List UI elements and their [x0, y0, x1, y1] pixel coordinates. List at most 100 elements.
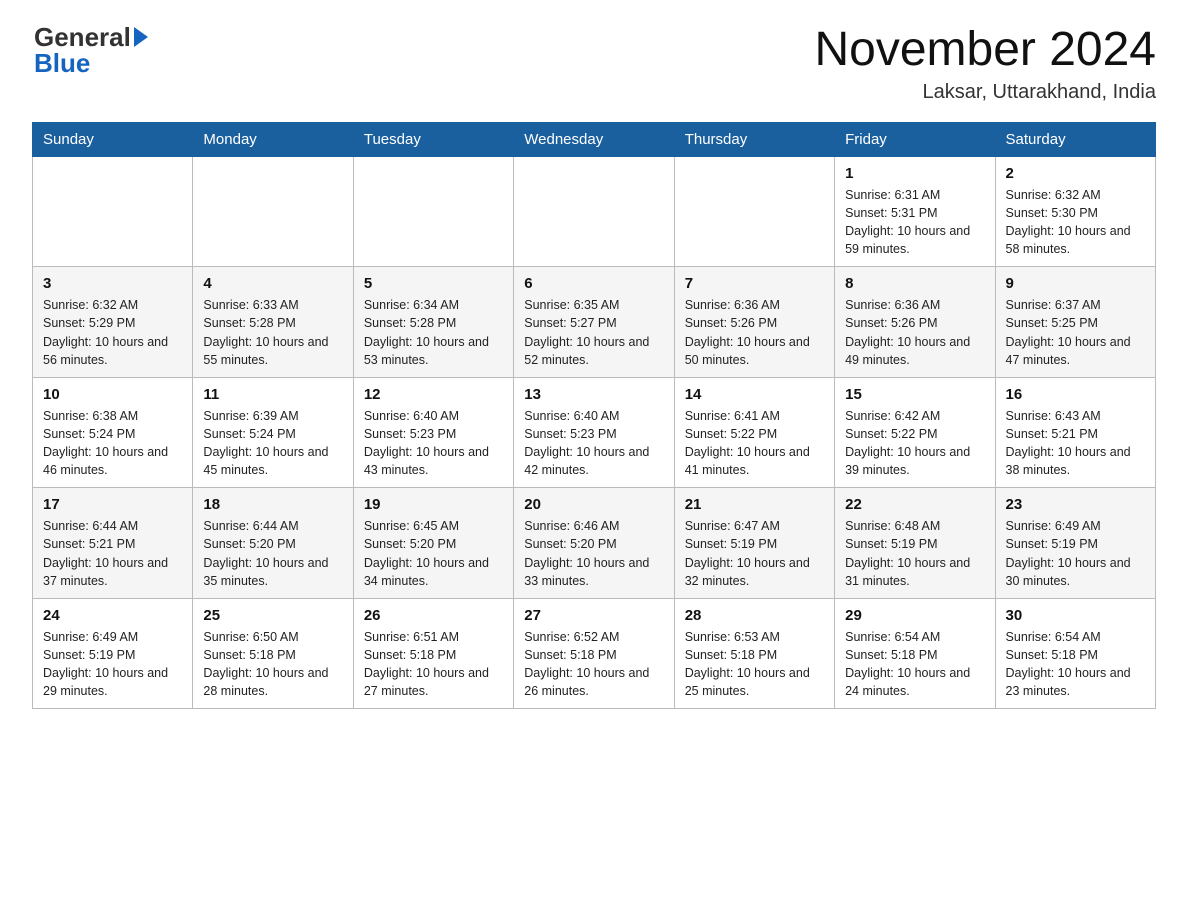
table-row: 3 Sunrise: 6:32 AMSunset: 5:29 PMDaylight…	[33, 267, 193, 378]
day-number: 18	[203, 496, 342, 513]
day-sun-info: Sunrise: 6:38 AMSunset: 5:24 PMDaylight:…	[43, 407, 182, 480]
day-sun-info: Sunrise: 6:39 AMSunset: 5:24 PMDaylight:…	[203, 407, 342, 480]
day-number: 13	[524, 386, 663, 403]
table-row: 8 Sunrise: 6:36 AMSunset: 5:26 PMDaylight…	[835, 267, 995, 378]
table-row: 25 Sunrise: 6:50 AMSunset: 5:18 PMDayligh…	[193, 598, 353, 709]
day-number: 10	[43, 386, 182, 403]
day-sun-info: Sunrise: 6:32 AMSunset: 5:30 PMDaylight:…	[1006, 186, 1145, 259]
title-area: November 2024 Laksar, Uttarakhand, India	[814, 24, 1156, 104]
day-number: 22	[845, 496, 984, 513]
calendar-table: Sunday Monday Tuesday Wednesday Thursday…	[32, 122, 1156, 710]
table-row: 7Sunrise: 6:36 AMSunset: 5:26 PMDaylight…	[674, 267, 834, 378]
weekday-header-row: Sunday Monday Tuesday Wednesday Thursday…	[33, 122, 1156, 156]
day-number: 9	[1006, 275, 1145, 292]
day-number: 29	[845, 607, 984, 624]
day-sun-info: Sunrise: 6:48 AMSunset: 5:19 PMDaylight:…	[845, 517, 984, 590]
table-row	[674, 156, 834, 267]
table-row	[514, 156, 674, 267]
day-number: 20	[524, 496, 663, 513]
table-row: 11 Sunrise: 6:39 AMSunset: 5:24 PMDayligh…	[193, 377, 353, 488]
day-number: 2	[1006, 165, 1145, 182]
table-row: 21Sunrise: 6:47 AMSunset: 5:19 PMDayligh…	[674, 488, 834, 599]
day-sun-info: Sunrise: 6:51 AMSunset: 5:18 PMDaylight:…	[364, 628, 503, 701]
table-row: 5 Sunrise: 6:34 AMSunset: 5:28 PMDaylight…	[353, 267, 513, 378]
header-thursday: Thursday	[674, 122, 834, 156]
day-number: 30	[1006, 607, 1145, 624]
day-sun-info: Sunrise: 6:53 AMSunset: 5:18 PMDaylight:…	[685, 628, 824, 701]
header-monday: Monday	[193, 122, 353, 156]
day-sun-info: Sunrise: 6:54 AMSunset: 5:18 PMDaylight:…	[1006, 628, 1145, 701]
logo-blue-text: Blue	[34, 50, 148, 76]
day-sun-info: Sunrise: 6:31 AMSunset: 5:31 PMDaylight:…	[845, 186, 984, 259]
table-row: 19Sunrise: 6:45 AMSunset: 5:20 PMDayligh…	[353, 488, 513, 599]
table-row: 20Sunrise: 6:46 AMSunset: 5:20 PMDayligh…	[514, 488, 674, 599]
table-row: 1 Sunrise: 6:31 AMSunset: 5:31 PMDaylight…	[835, 156, 995, 267]
day-number: 15	[845, 386, 984, 403]
day-sun-info: Sunrise: 6:50 AMSunset: 5:18 PMDaylight:…	[203, 628, 342, 701]
day-number: 5	[364, 275, 503, 292]
table-row: 2 Sunrise: 6:32 AMSunset: 5:30 PMDaylight…	[995, 156, 1155, 267]
day-number: 26	[364, 607, 503, 624]
table-row: 10 Sunrise: 6:38 AMSunset: 5:24 PMDayligh…	[33, 377, 193, 488]
day-number: 16	[1006, 386, 1145, 403]
table-row: 4 Sunrise: 6:33 AMSunset: 5:28 PMDaylight…	[193, 267, 353, 378]
table-row	[353, 156, 513, 267]
table-row: 12Sunrise: 6:40 AMSunset: 5:23 PMDayligh…	[353, 377, 513, 488]
day-sun-info: Sunrise: 6:40 AMSunset: 5:23 PMDaylight:…	[364, 407, 503, 480]
calendar-week-row: 17 Sunrise: 6:44 AMSunset: 5:21 PMDayligh…	[33, 488, 1156, 599]
calendar-week-row: 24 Sunrise: 6:49 AMSunset: 5:19 PMDayligh…	[33, 598, 1156, 709]
day-sun-info: Sunrise: 6:36 AMSunset: 5:26 PMDaylight:…	[685, 296, 824, 369]
table-row: 17 Sunrise: 6:44 AMSunset: 5:21 PMDayligh…	[33, 488, 193, 599]
day-sun-info: Sunrise: 6:42 AMSunset: 5:22 PMDaylight:…	[845, 407, 984, 480]
header-sunday: Sunday	[33, 122, 193, 156]
header-saturday: Saturday	[995, 122, 1155, 156]
table-row: 18 Sunrise: 6:44 AMSunset: 5:20 PMDayligh…	[193, 488, 353, 599]
logo: General Blue	[32, 24, 148, 76]
day-number: 11	[203, 386, 342, 403]
day-number: 8	[845, 275, 984, 292]
day-number: 14	[685, 386, 824, 403]
header-wednesday: Wednesday	[514, 122, 674, 156]
table-row: 23Sunrise: 6:49 AMSunset: 5:19 PMDayligh…	[995, 488, 1155, 599]
day-number: 24	[43, 607, 182, 624]
table-row	[33, 156, 193, 267]
table-row: 28 Sunrise: 6:53 AMSunset: 5:18 PMDayligh…	[674, 598, 834, 709]
table-row: 15 Sunrise: 6:42 AMSunset: 5:22 PMDayligh…	[835, 377, 995, 488]
calendar-week-row: 1 Sunrise: 6:31 AMSunset: 5:31 PMDaylight…	[33, 156, 1156, 267]
table-row: 14 Sunrise: 6:41 AMSunset: 5:22 PMDayligh…	[674, 377, 834, 488]
calendar-week-row: 3 Sunrise: 6:32 AMSunset: 5:29 PMDaylight…	[33, 267, 1156, 378]
header-friday: Friday	[835, 122, 995, 156]
table-row: 30 Sunrise: 6:54 AMSunset: 5:18 PMDayligh…	[995, 598, 1155, 709]
table-row: 9 Sunrise: 6:37 AMSunset: 5:25 PMDaylight…	[995, 267, 1155, 378]
calendar-week-row: 10 Sunrise: 6:38 AMSunset: 5:24 PMDayligh…	[33, 377, 1156, 488]
day-number: 17	[43, 496, 182, 513]
logo-chevron-icon	[134, 27, 148, 47]
day-sun-info: Sunrise: 6:41 AMSunset: 5:22 PMDaylight:…	[685, 407, 824, 480]
day-sun-info: Sunrise: 6:44 AMSunset: 5:21 PMDaylight:…	[43, 517, 182, 590]
day-number: 27	[524, 607, 663, 624]
day-number: 19	[364, 496, 503, 513]
day-sun-info: Sunrise: 6:49 AMSunset: 5:19 PMDaylight:…	[43, 628, 182, 701]
day-number: 21	[685, 496, 824, 513]
day-sun-info: Sunrise: 6:37 AMSunset: 5:25 PMDaylight:…	[1006, 296, 1145, 369]
day-sun-info: Sunrise: 6:54 AMSunset: 5:18 PMDaylight:…	[845, 628, 984, 701]
day-number: 1	[845, 165, 984, 182]
table-row	[193, 156, 353, 267]
day-number: 3	[43, 275, 182, 292]
month-year-title: November 2024	[814, 24, 1156, 77]
day-number: 4	[203, 275, 342, 292]
day-sun-info: Sunrise: 6:40 AMSunset: 5:23 PMDaylight:…	[524, 407, 663, 480]
day-sun-info: Sunrise: 6:34 AMSunset: 5:28 PMDaylight:…	[364, 296, 503, 369]
day-sun-info: Sunrise: 6:43 AMSunset: 5:21 PMDaylight:…	[1006, 407, 1145, 480]
day-number: 23	[1006, 496, 1145, 513]
day-sun-info: Sunrise: 6:36 AMSunset: 5:26 PMDaylight:…	[845, 296, 984, 369]
logo-general-text: General	[34, 24, 131, 50]
day-sun-info: Sunrise: 6:32 AMSunset: 5:29 PMDaylight:…	[43, 296, 182, 369]
day-number: 6	[524, 275, 663, 292]
location-subtitle: Laksar, Uttarakhand, India	[814, 81, 1156, 104]
day-sun-info: Sunrise: 6:33 AMSunset: 5:28 PMDaylight:…	[203, 296, 342, 369]
day-number: 25	[203, 607, 342, 624]
page-header: General Blue November 2024 Laksar, Uttar…	[32, 24, 1156, 104]
day-number: 28	[685, 607, 824, 624]
day-sun-info: Sunrise: 6:44 AMSunset: 5:20 PMDaylight:…	[203, 517, 342, 590]
